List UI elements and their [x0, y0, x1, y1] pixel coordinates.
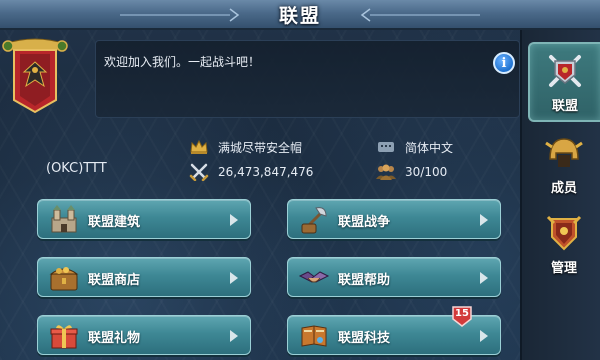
alliance-help-button[interactable]: 联盟帮助: [287, 257, 501, 297]
arrow-right-icon: [480, 272, 488, 284]
action-label: 联盟帮助: [338, 273, 391, 288]
handshake-icon: [298, 271, 330, 283]
alliance-banner-icon: [2, 38, 68, 114]
arrow-right-icon: [230, 214, 238, 226]
action-label: 联盟科技: [338, 331, 391, 346]
members-icon: [375, 163, 397, 181]
tab-label: 管理: [550, 261, 577, 276]
leader-name: 满城尽带安全帽: [218, 140, 303, 155]
info-button[interactable]: i: [493, 52, 515, 74]
arrow-right-icon: [230, 330, 238, 342]
castle-icon: [51, 205, 77, 233]
tab-members[interactable]: 成员: [528, 122, 600, 202]
alliance-power: 26,473,847,476: [218, 165, 314, 179]
alliance-crest-icon: [549, 55, 581, 87]
arrow-right-icon: [480, 330, 488, 342]
action-label: 联盟礼物: [88, 331, 141, 346]
title-bar: 联盟: [0, 0, 600, 30]
alliance-war-button[interactable]: 联盟战争: [287, 199, 501, 239]
arrow-right-icon: [480, 214, 488, 226]
alliance-description: 欢迎加入我们。一起战斗吧！: [104, 55, 261, 69]
side-tabs: 联盟 成员 管理: [520, 30, 600, 360]
action-label: 联盟建筑: [88, 215, 141, 230]
alliance-language: 简体中文: [405, 140, 454, 155]
action-label: 联盟商店: [88, 273, 141, 288]
alliance-gifts-button[interactable]: 联盟礼物: [37, 315, 251, 355]
leader-stat: 满城尽带安全帽: [188, 138, 302, 156]
crown-icon: [188, 138, 210, 156]
tab-alliance[interactable]: 联盟: [528, 42, 600, 122]
power-stat: 26,473,847,476: [188, 163, 313, 181]
chat-icon: [375, 138, 397, 156]
alliance-name: (OKC)TTT: [46, 161, 107, 176]
badge-count: 15: [455, 308, 469, 319]
title-ornament-right: [360, 8, 480, 22]
shield-crest-icon: [546, 215, 582, 251]
helmet-icon: [545, 138, 583, 167]
crossed-swords-icon: [188, 163, 210, 181]
book-icon: [301, 325, 327, 347]
war-axe-icon: [301, 207, 327, 234]
chest-icon: [49, 267, 79, 291]
alliance-buildings-button[interactable]: 联盟建筑: [37, 199, 251, 239]
alliance-shop-button[interactable]: 联盟商店: [37, 257, 251, 297]
tab-label: 成员: [550, 181, 577, 196]
tab-management[interactable]: 管理: [528, 202, 600, 282]
language-stat: 简体中文: [375, 138, 453, 156]
arrow-right-icon: [230, 272, 238, 284]
window-title: 联盟: [278, 4, 321, 27]
gift-icon: [50, 325, 78, 349]
title-ornament-left: [120, 8, 240, 22]
alliance-members: 30/100: [405, 165, 448, 179]
members-stat: 30/100: [375, 163, 447, 181]
action-label: 联盟战争: [338, 215, 391, 230]
alliance-description-box: 欢迎加入我们。一起战斗吧！: [95, 40, 520, 118]
notification-badge: 15: [451, 305, 473, 327]
tab-label: 联盟: [551, 99, 578, 114]
